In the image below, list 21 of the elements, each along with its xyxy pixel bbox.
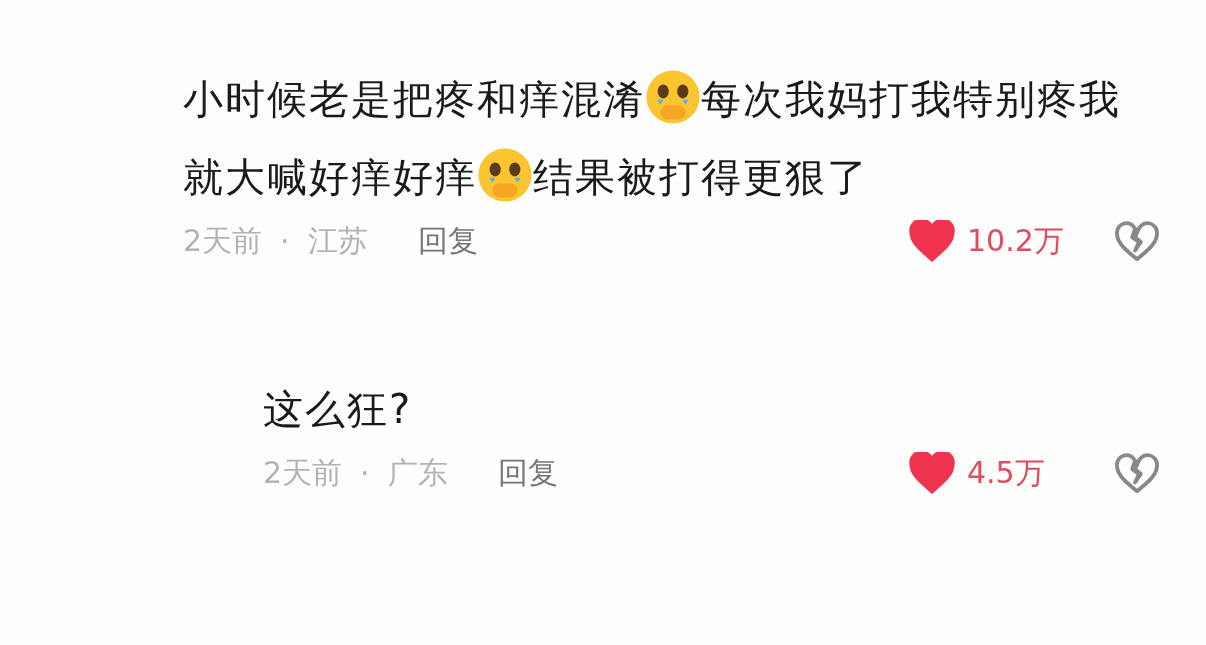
location-text: 广东 xyxy=(387,453,448,492)
comment-text: 结果被打得更狠了 xyxy=(533,154,869,200)
like-count: 4.5万 xyxy=(967,453,1045,492)
reply-link[interactable]: 回复 xyxy=(497,452,558,494)
broken-heart-icon[interactable] xyxy=(1114,220,1160,262)
time-text: 2天前 xyxy=(263,453,343,492)
heart-icon[interactable] xyxy=(909,452,955,494)
comment-text: 就大喊好痒好痒 xyxy=(183,154,477,200)
heart-icon[interactable] xyxy=(909,220,955,262)
broken-heart-icon[interactable] xyxy=(1114,452,1160,494)
location-text: 江苏 xyxy=(307,221,368,260)
emoji-icon xyxy=(645,69,701,125)
emoji-icon xyxy=(477,147,533,203)
time-text: 2天前 xyxy=(183,221,263,260)
comment-text: 每次我妈打我特别疼我 xyxy=(701,76,1121,122)
like-count: 10.2万 xyxy=(967,221,1064,260)
separator-text: · xyxy=(360,455,370,491)
reply-link[interactable]: 回复 xyxy=(417,220,478,262)
comment-text: 小时候老是把疼和痒混淆 xyxy=(183,76,645,122)
comment-text: 这么狂? xyxy=(263,386,413,432)
separator-text: · xyxy=(280,223,290,259)
